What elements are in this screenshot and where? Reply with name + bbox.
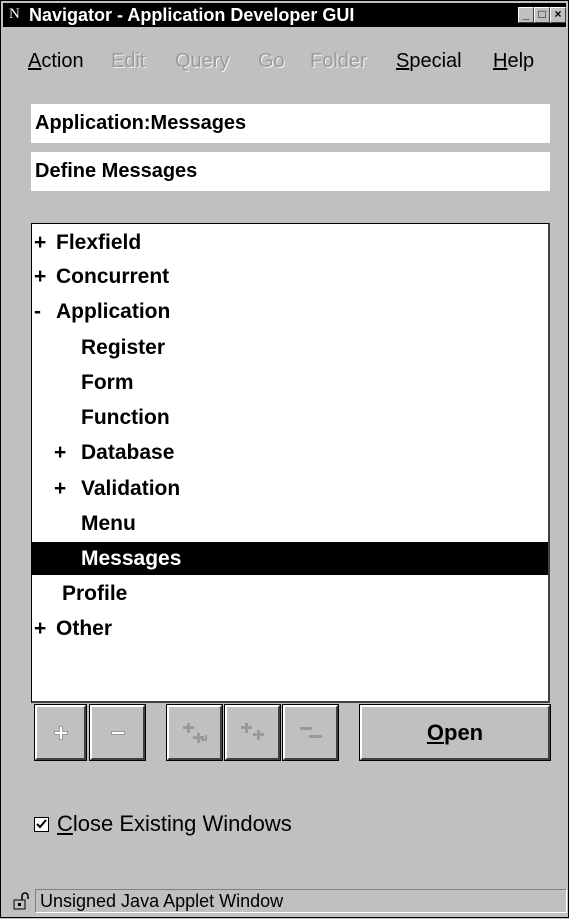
tree-expander[interactable]: +	[34, 226, 56, 259]
tree-item-label: Flexfield	[56, 231, 142, 254]
checkmark-icon	[36, 819, 47, 829]
close-button[interactable]: ×	[550, 7, 566, 23]
tree-item-label: Profile	[62, 582, 128, 605]
expand-icon	[53, 725, 68, 740]
menu-help[interactable]: Help	[493, 49, 534, 73]
applet-window: N Navigator - Application Developer GUI …	[0, 0, 569, 918]
status-bar: Unsigned Java Applet Window	[1, 885, 569, 919]
tree-item-application[interactable]: - Application	[32, 295, 548, 328]
menu-go[interactable]: Go	[258, 49, 285, 73]
tree-item-label: Messages	[81, 547, 182, 570]
menu-query[interactable]: Query	[175, 49, 229, 73]
expand-all-button[interactable]	[224, 704, 281, 761]
tree-collapser[interactable]: -	[34, 295, 56, 328]
path-field: Application:Messages	[31, 104, 550, 143]
navigator-app-icon[interactable]: N	[9, 6, 25, 22]
menu-action[interactable]: Action	[28, 49, 84, 73]
collapse-icon	[110, 730, 125, 735]
menu-bar: Action Edit Query Go Folder Special Help	[1, 45, 569, 75]
open-button[interactable]: Open	[359, 704, 551, 761]
collapse-all-icon	[299, 726, 322, 738]
description-field: Define Messages	[31, 152, 550, 191]
tree-expander[interactable]: +	[34, 260, 56, 293]
tree-expander[interactable]: +	[54, 436, 81, 469]
tree-item-label: Concurrent	[56, 265, 170, 288]
close-existing-windows-checkbox[interactable]	[34, 817, 49, 832]
tree-item-label: Validation	[81, 477, 181, 500]
menu-special[interactable]: Special	[396, 49, 462, 73]
tree-item-menu[interactable]: Menu	[32, 507, 548, 540]
tree-item-label: Database	[81, 441, 175, 464]
window-title: Navigator - Application Developer GUI	[29, 5, 355, 25]
tree-item-messages[interactable]: Messages	[32, 542, 548, 575]
tree-item-register[interactable]: Register	[32, 331, 548, 364]
tree-item-concurrent[interactable]: + Concurrent	[32, 260, 548, 293]
tree-item-label: Other	[56, 617, 113, 640]
tree-item-profile[interactable]: Profile	[32, 577, 548, 610]
close-existing-windows-label[interactable]: Close Existing Windows	[57, 811, 292, 837]
collapse-all-button[interactable]	[282, 704, 339, 761]
menu-help-rest: elp	[507, 50, 535, 72]
expand-branch-icon	[182, 722, 207, 743]
expand-all-icon	[240, 722, 264, 740]
tree-item-label: Application	[56, 300, 171, 323]
tree-item-form[interactable]: Form	[32, 366, 548, 399]
unlocked-padlock-icon	[13, 892, 29, 910]
open-button-accel: O	[426, 719, 444, 745]
tree-item-other[interactable]: + Other	[32, 612, 548, 645]
menu-edit[interactable]: Edit	[111, 49, 145, 73]
navigator-tree[interactable]: + Flexfield + Concurrent - Application Regi…	[31, 223, 550, 703]
tree-item-database[interactable]: + Database	[32, 436, 548, 469]
close-windows-accel: C	[57, 811, 73, 836]
close-windows-rest: lose Existing Windows	[72, 811, 292, 836]
tree-item-label: Menu	[81, 512, 136, 535]
menu-special-rest: pecial	[409, 50, 462, 72]
expand-button[interactable]	[34, 704, 87, 761]
menu-action-rest: ction	[41, 50, 84, 72]
minimize-button[interactable]: _	[518, 7, 534, 23]
tree-item-label: Register	[81, 336, 166, 359]
tree-item-flexfield[interactable]: + Flexfield	[32, 226, 548, 259]
menu-help-accel: H	[493, 50, 508, 72]
maximize-button[interactable]: □	[534, 7, 550, 23]
tree-item-validation[interactable]: + Validation	[32, 472, 548, 505]
menu-folder[interactable]: Folder	[310, 49, 367, 73]
title-bar[interactable]: N Navigator - Application Developer GUI …	[3, 3, 566, 27]
status-text: Unsigned Java Applet Window	[35, 889, 567, 913]
tree-expander[interactable]: +	[34, 612, 56, 645]
menu-action-accel: A	[28, 50, 42, 72]
tree-item-function[interactable]: Function	[32, 401, 548, 434]
tree-item-label: Function	[81, 406, 170, 429]
expand-branch-button[interactable]	[166, 704, 223, 761]
open-button-rest: pen	[444, 719, 484, 745]
tree-expander[interactable]: +	[54, 472, 81, 505]
menu-special-accel: S	[396, 50, 410, 72]
collapse-button[interactable]	[89, 704, 146, 761]
tree-item-label: Form	[81, 371, 134, 394]
